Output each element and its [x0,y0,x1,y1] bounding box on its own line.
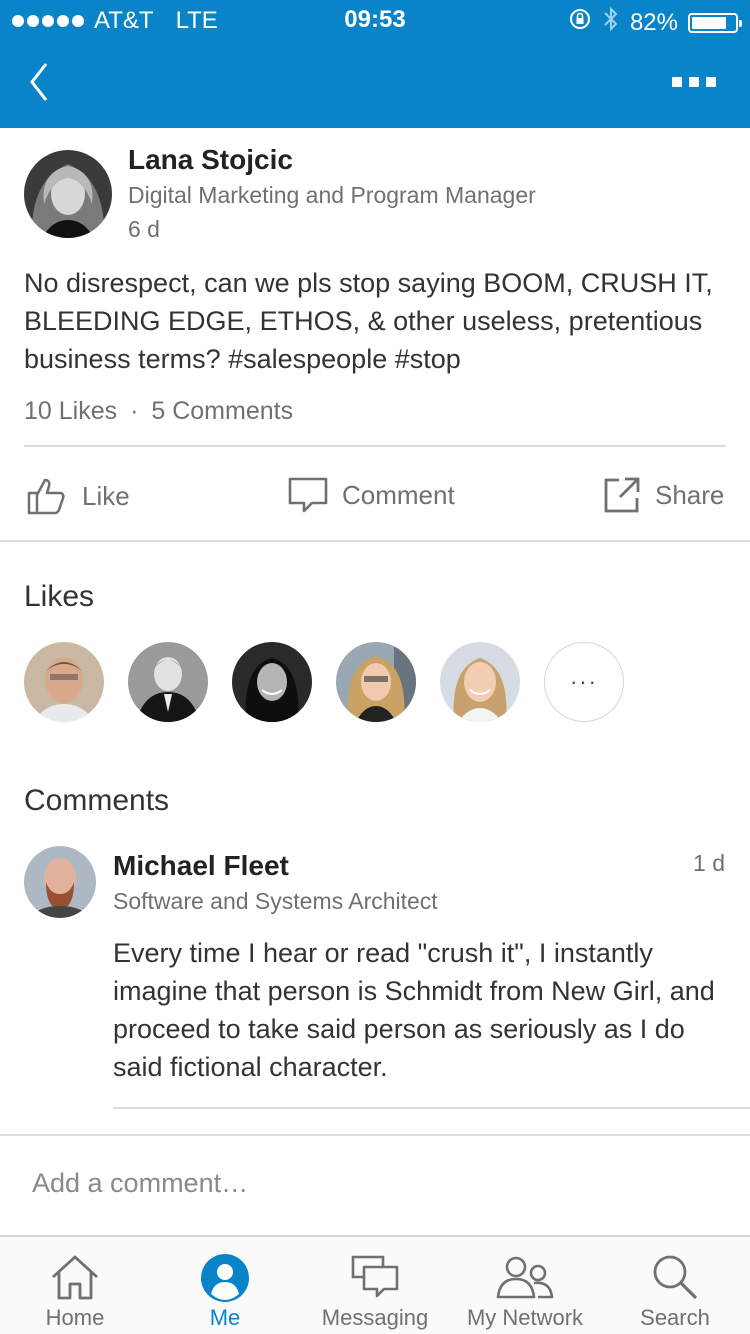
status-bar: AT&T LTE 09:53 82% [0,0,750,40]
commenter-avatar[interactable] [24,846,96,918]
tab-search-label: Search [640,1305,710,1330]
battery-percentage: 82% [629,8,678,36]
likes-heading: Likes [24,580,95,613]
author-headline: Digital Marketing and Program Manager [128,182,536,208]
comment-timestamp: 1 d [693,850,725,876]
liker-avatar[interactable] [440,642,520,722]
add-comment-input[interactable]: Add a comment… [32,1168,248,1199]
tab-search[interactable]: Search [600,1237,750,1334]
comments-count[interactable]: 5 Comments [151,397,293,425]
like-button[interactable]: Like [26,476,130,516]
share-button[interactable]: Share [603,476,724,514]
actions-divider [0,540,750,542]
comment-text: Every time I hear or read "crush it", I … [113,938,715,1082]
tab-messaging-label: Messaging [321,1305,429,1330]
author-name[interactable]: Lana Stojcic [128,144,293,176]
comment-label: Comment [342,479,455,510]
post-stats: 10 Likes · 5 Comments [24,397,293,426]
back-button[interactable] [26,60,66,110]
post-actions: Like Comment Share [0,450,750,540]
battery-fill [692,16,726,29]
tab-messaging[interactable]: Messaging [300,1237,450,1334]
likes-count[interactable]: 10 Likes [24,397,117,425]
bottom-tab-bar: Home Me Messaging My Network Search [0,1235,750,1334]
battery-icon [688,12,742,33]
tab-my-network-label: My Network [466,1305,584,1330]
tab-home-label: Home [45,1305,105,1330]
like-label: Like [82,480,130,511]
post-timestamp: 6 d [128,216,160,242]
comment-divider [113,1107,750,1109]
tab-me[interactable]: Me [150,1237,300,1334]
share-label: Share [655,479,725,510]
network-icon [496,1256,554,1299]
tab-home[interactable]: Home [0,1237,150,1334]
stats-separator: · [130,397,139,425]
liker-avatar[interactable] [232,642,312,722]
author-avatar[interactable] [24,150,112,238]
commenter-name[interactable]: Michael Fleet [113,850,289,882]
post-text: No disrespect, can we pls stop saying BO… [24,268,713,374]
more-options-button[interactable] [672,72,720,92]
messaging-icon [351,1255,399,1298]
commenter-headline: Software and Systems Architect [113,888,438,914]
chevron-left-icon [30,63,48,101]
likes-avatars: ··· [24,642,624,722]
bluetooth-icon [602,6,620,39]
comment-button[interactable]: Comment [288,476,455,514]
stats-divider [24,445,726,447]
liker-avatar[interactable] [128,642,208,722]
more-likes-button[interactable]: ··· [544,642,624,722]
tab-me-label: Me [209,1305,241,1330]
comment-icon [288,477,328,513]
comments-heading: Comments [24,784,170,817]
me-icon [201,1254,249,1302]
home-icon [52,1255,98,1300]
share-icon [604,477,640,513]
thumbs-up-icon [27,478,65,515]
rotation-lock-icon [568,7,592,38]
search-icon [653,1255,698,1300]
top-bar: AT&T LTE 09:53 82% [0,0,750,128]
liker-avatar[interactable] [336,642,416,722]
liker-avatar[interactable] [24,642,104,722]
composer-divider [0,1134,750,1136]
tab-my-network[interactable]: My Network [450,1237,600,1334]
